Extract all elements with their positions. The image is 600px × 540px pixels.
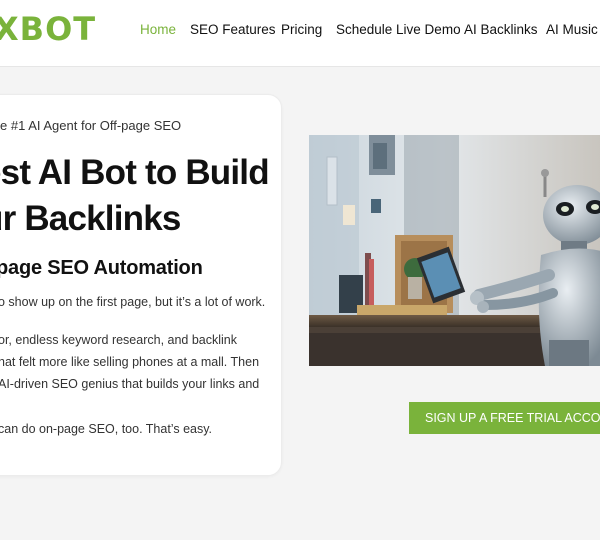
hero-eyebrow: e #1 AI Agent for Off-page SEO	[0, 118, 182, 133]
hero-subheading: page SEO Automation	[0, 257, 203, 279]
nav-item-schedule-live-demo[interactable]: Schedule Live Demo	[336, 22, 461, 37]
hero-title: est AI Bot to Build ur Backlinks	[0, 150, 282, 242]
paragraph-line: or, endless keyword research, and backli…	[0, 333, 238, 347]
hero-title-line: ur Backlinks	[0, 199, 181, 238]
nav-item-pricing[interactable]: Pricing	[281, 22, 322, 37]
site-header: XBOT Home SEO Features Pricing Schedule …	[0, 0, 600, 67]
nav-item-home[interactable]: Home	[140, 22, 176, 37]
hero-paragraph: o show up on the first page, but it’s a …	[0, 295, 266, 309]
nav-item-ai-backlinks[interactable]: AI Backlinks	[464, 22, 538, 37]
paragraph-line: AI-driven SEO genius that builds your li…	[0, 377, 260, 391]
hero-paragraph: or, endless keyword research, and backli…	[0, 329, 298, 395]
hero-paragraph: can do on-page SEO, too. That’s easy.	[0, 422, 213, 436]
paragraph-line: hat felt more like selling phones at a m…	[0, 355, 260, 369]
nav-item-ai-music[interactable]: AI Music V	[546, 22, 600, 37]
robot-desk-illustration	[309, 135, 600, 366]
signup-trial-button[interactable]: SIGN UP A FREE TRIAL ACCOUNT	[409, 402, 600, 434]
brand-logo[interactable]: XBOT	[0, 10, 96, 48]
hero-title-line: est AI Bot to Build	[0, 153, 270, 192]
nav-item-seo-features[interactable]: SEO Features	[190, 22, 276, 37]
